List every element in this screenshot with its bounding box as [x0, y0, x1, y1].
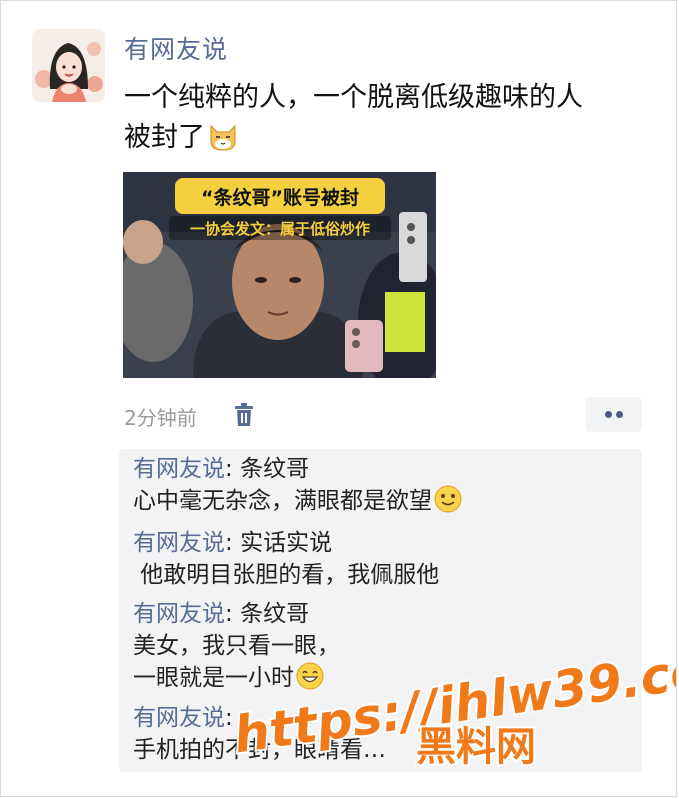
comment-item[interactable]: 有网友说: 实话实说 他敢明目张胆的看，我佩服他 — [133, 527, 439, 591]
post-image[interactable]: “条纹哥”账号被封 一协会发文：属于低俗炒作 — [123, 172, 436, 378]
comments-panel: 有网友说: 条纹哥 心中毫无杂念，满眼都是欲望 有网友说: 实话实说 他敢明目张… — [119, 449, 642, 772]
comment-text: 心中毫无杂念，满眼都是欲望 — [133, 488, 432, 514]
more-dots-icon[interactable] — [586, 397, 642, 432]
more-dot — [605, 411, 612, 418]
avatar[interactable] — [32, 29, 105, 102]
comment-separator: : — [225, 705, 241, 731]
comment-author[interactable]: 有网友说 — [133, 601, 225, 627]
smile-emoji-icon — [434, 485, 462, 522]
comment-line: 一眼就是一小时 — [133, 662, 340, 699]
comment-text: 美女，我只看一眼， — [133, 633, 340, 659]
post-author[interactable]: 有网友说 — [124, 30, 228, 66]
comment-text: 一眼就是一小时 — [133, 665, 294, 691]
news-photo: “条纹哥”账号被封 一协会发文：属于低俗炒作 — [123, 172, 436, 378]
comment-author[interactable]: 有网友说 — [133, 530, 225, 556]
post-text-line-2-text: 被封了 — [124, 122, 205, 153]
avatar-illustration — [32, 29, 105, 102]
post-text-line-2: 被封了 — [124, 118, 654, 164]
comment-line: 有网友说: … — [133, 702, 386, 734]
comment-item[interactable]: 有网友说: 条纹哥 心中毫无杂念，满眼都是欲望 — [133, 453, 462, 522]
comment-text: 手机拍的不封，眼睛看… — [133, 737, 386, 763]
grin-emoji-icon — [296, 662, 324, 699]
comment-text: 条纹哥 — [240, 456, 310, 482]
comment-line: 心中毫无杂念，满眼都是欲望 — [133, 485, 462, 522]
comment-line: 有网友说: 条纹哥 — [133, 453, 462, 485]
comment-item[interactable]: 有网友说: … 手机拍的不封，眼睛看… — [133, 702, 386, 766]
comment-text: … — [240, 705, 264, 731]
comment-line: 有网友说: 条纹哥 — [133, 598, 340, 630]
comment-item[interactable]: 有网友说: 条纹哥 美女，我只看一眼， 一眼就是一小时 — [133, 598, 340, 699]
news-subheadline: 一协会发文：属于低俗炒作 — [190, 220, 370, 238]
post-text: 一个纯粹的人，一个脱离低级趣味的人 被封了 — [124, 78, 654, 164]
comment-separator: : — [225, 601, 241, 627]
post-time: 2分钟前 — [124, 406, 197, 430]
comment-separator: : — [225, 530, 241, 556]
comment-text: 他敢明目张胆的看，我佩服他 — [133, 562, 440, 588]
comment-text: 条纹哥 — [240, 601, 310, 627]
comment-author[interactable]: 有网友说 — [133, 456, 225, 482]
trash-icon[interactable] — [233, 403, 255, 427]
comment-author[interactable]: 有网友说 — [133, 705, 225, 731]
more-dot — [616, 411, 623, 418]
comment-separator: : — [225, 456, 241, 482]
news-headline: “条纹哥”账号被封 — [201, 186, 359, 209]
cat-emoji-icon — [207, 122, 239, 164]
post-text-line-1: 一个纯粹的人，一个脱离低级趣味的人 — [124, 82, 583, 113]
comment-text: 实话实说 — [240, 530, 333, 556]
comment-line: 有网友说: 实话实说 — [133, 527, 439, 559]
